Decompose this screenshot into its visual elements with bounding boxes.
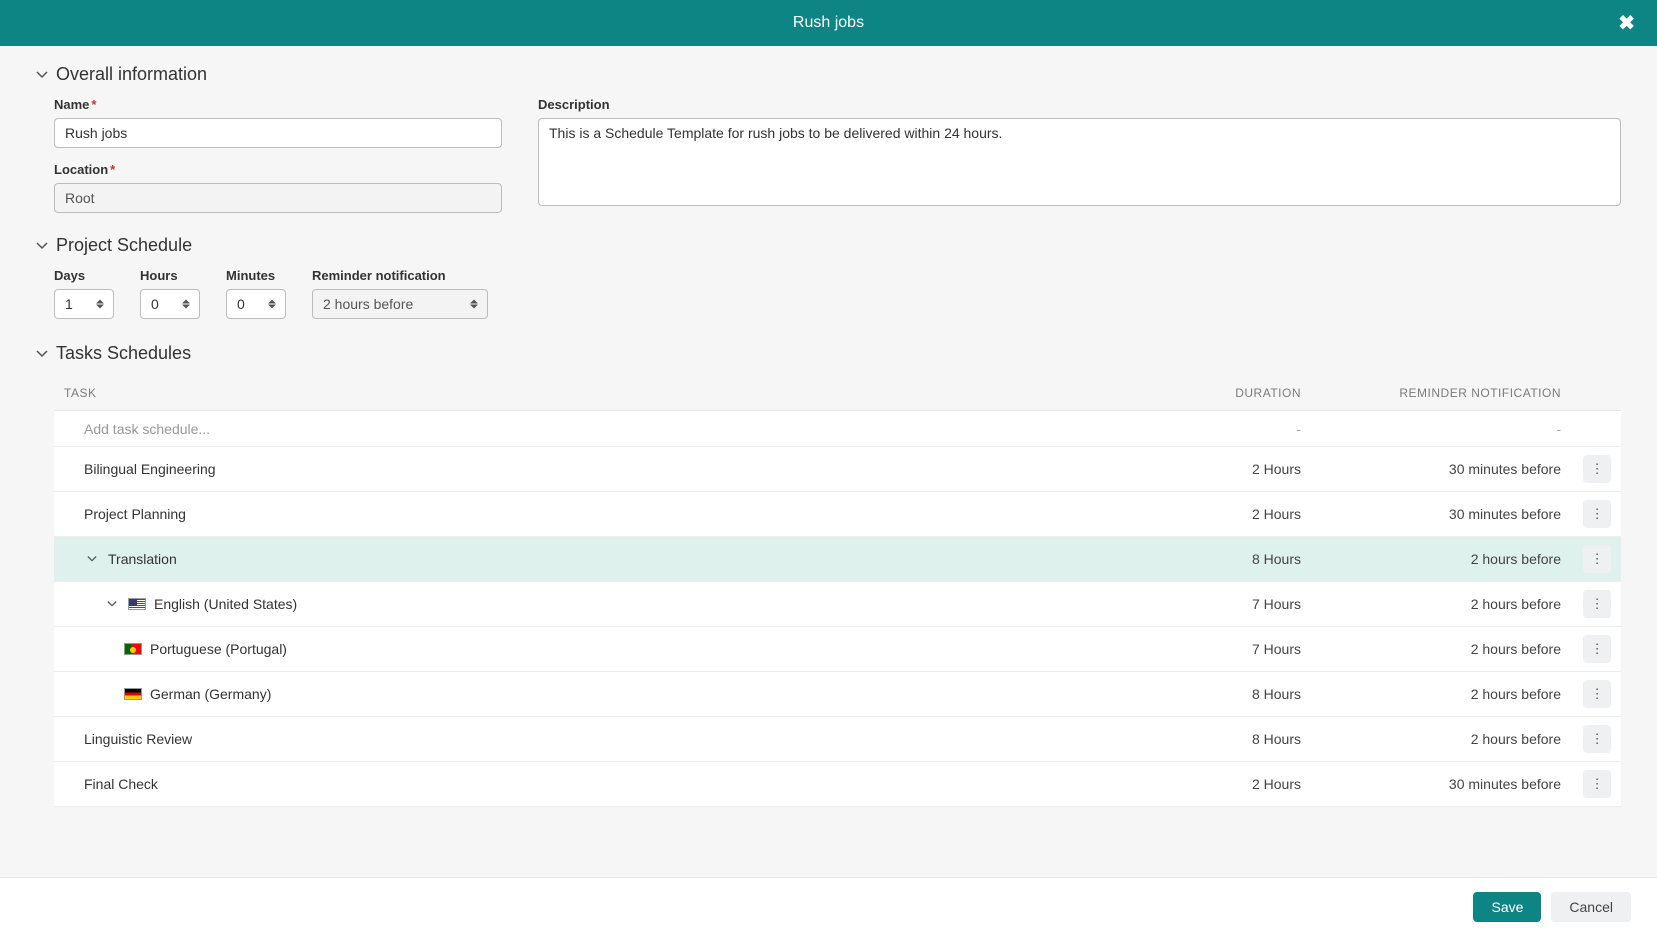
- section-toggle-tasks[interactable]: Tasks Schedules: [36, 343, 1621, 364]
- reminder-select[interactable]: [312, 289, 488, 319]
- add-task-row[interactable]: Add task schedule... - -: [54, 411, 1621, 447]
- required-mark: *: [91, 97, 96, 112]
- reminder-label: Reminder notification: [312, 268, 488, 283]
- days-input[interactable]: [54, 289, 114, 319]
- save-button[interactable]: Save: [1473, 892, 1541, 922]
- task-duration: 7 Hours: [1121, 641, 1301, 657]
- task-name: English (United States): [154, 596, 297, 612]
- hours-label: Hours: [140, 268, 200, 283]
- task-duration: 8 Hours: [1121, 686, 1301, 702]
- row-actions-button[interactable]: ⋮: [1583, 635, 1611, 663]
- th-task: TASK: [64, 386, 1121, 400]
- flag-icon: [128, 598, 146, 610]
- minutes-input[interactable]: [226, 289, 286, 319]
- task-name: Final Check: [84, 776, 158, 792]
- task-reminder: 30 minutes before: [1301, 776, 1561, 792]
- hours-input[interactable]: [140, 289, 200, 319]
- task-duration: 7 Hours: [1121, 596, 1301, 612]
- kebab-icon: ⋮: [1590, 776, 1603, 792]
- row-actions-button[interactable]: ⋮: [1583, 500, 1611, 528]
- task-row[interactable]: Project Planning 2 Hours30 minutes before…: [54, 492, 1621, 537]
- name-input[interactable]: [54, 118, 502, 148]
- location-input[interactable]: [54, 183, 502, 213]
- row-actions-button[interactable]: ⋮: [1583, 770, 1611, 798]
- name-label: Name*: [54, 97, 502, 112]
- modal-title: Rush jobs: [793, 14, 864, 32]
- task-row[interactable]: Linguistic Review 8 Hours2 hours before ⋮: [54, 717, 1621, 762]
- task-name: German (Germany): [150, 686, 271, 702]
- modal-body: Overall information Name* Location* Desc…: [0, 46, 1657, 897]
- th-duration: DURATION: [1121, 386, 1301, 400]
- section-title-schedule: Project Schedule: [56, 235, 192, 256]
- task-row[interactable]: English (United States) 7 Hours2 hours be…: [54, 582, 1621, 627]
- cancel-button[interactable]: Cancel: [1551, 892, 1631, 922]
- kebab-icon: ⋮: [1590, 551, 1603, 567]
- task-name: Portuguese (Portugal): [150, 641, 287, 657]
- tasks-table-header: TASK DURATION REMINDER NOTIFICATION: [54, 376, 1621, 411]
- task-name: Bilingual Engineering: [84, 461, 216, 477]
- kebab-icon: ⋮: [1590, 686, 1603, 702]
- description-textarea[interactable]: [538, 118, 1621, 206]
- add-task-placeholder: Add task schedule...: [84, 421, 210, 437]
- row-actions-button[interactable]: ⋮: [1583, 725, 1611, 753]
- row-actions-button[interactable]: ⋮: [1583, 545, 1611, 573]
- task-duration: 8 Hours: [1121, 551, 1301, 567]
- modal-footer: Save Cancel: [0, 877, 1657, 936]
- modal-header: Rush jobs ✖: [0, 0, 1657, 46]
- chevron-down-icon: [36, 240, 48, 252]
- minutes-label: Minutes: [226, 268, 286, 283]
- dash: -: [1556, 421, 1561, 437]
- row-actions-button[interactable]: ⋮: [1583, 680, 1611, 708]
- task-row[interactable]: German (Germany) 8 Hours2 hours before ⋮: [54, 672, 1621, 717]
- row-actions-button[interactable]: ⋮: [1583, 455, 1611, 483]
- close-button[interactable]: ✖: [1610, 7, 1643, 40]
- task-row[interactable]: Final Check 2 Hours30 minutes before ⋮: [54, 762, 1621, 807]
- task-name: Project Planning: [84, 506, 186, 522]
- kebab-icon: ⋮: [1590, 641, 1603, 657]
- kebab-icon: ⋮: [1590, 731, 1603, 747]
- description-label: Description: [538, 97, 1621, 112]
- chevron-down-icon[interactable]: [84, 554, 100, 564]
- flag-icon: [124, 688, 142, 700]
- task-reminder: 30 minutes before: [1301, 506, 1561, 522]
- kebab-icon: ⋮: [1590, 461, 1603, 477]
- section-title-overall: Overall information: [56, 64, 207, 85]
- kebab-icon: ⋮: [1590, 596, 1603, 612]
- section-toggle-overall[interactable]: Overall information: [36, 64, 1621, 85]
- task-row[interactable]: Bilingual Engineering 2 Hours30 minutes b…: [54, 447, 1621, 492]
- task-reminder: 2 hours before: [1301, 731, 1561, 747]
- section-toggle-schedule[interactable]: Project Schedule: [36, 235, 1621, 256]
- chevron-down-icon[interactable]: [104, 599, 120, 609]
- section-title-tasks: Tasks Schedules: [56, 343, 191, 364]
- row-actions-button[interactable]: ⋮: [1583, 590, 1611, 618]
- task-reminder: 2 hours before: [1301, 686, 1561, 702]
- task-duration: 8 Hours: [1121, 731, 1301, 747]
- days-label: Days: [54, 268, 114, 283]
- task-duration: 2 Hours: [1121, 776, 1301, 792]
- required-mark: *: [110, 162, 115, 177]
- chevron-down-icon: [36, 69, 48, 81]
- task-row[interactable]: Portuguese (Portugal) 7 Hours2 hours befo…: [54, 627, 1621, 672]
- chevron-down-icon: [36, 348, 48, 360]
- task-duration: 2 Hours: [1121, 461, 1301, 477]
- tasks-table: TASK DURATION REMINDER NOTIFICATION Add …: [36, 376, 1621, 807]
- task-row[interactable]: Translation 8 Hours2 hours before ⋮: [54, 537, 1621, 582]
- task-name: Translation: [108, 551, 177, 567]
- task-reminder: 2 hours before: [1301, 641, 1561, 657]
- kebab-icon: ⋮: [1590, 506, 1603, 522]
- task-reminder: 30 minutes before: [1301, 461, 1561, 477]
- location-label: Location*: [54, 162, 502, 177]
- task-reminder: 2 hours before: [1301, 596, 1561, 612]
- close-icon: ✖: [1618, 13, 1635, 35]
- task-name: Linguistic Review: [84, 731, 192, 747]
- task-duration: 2 Hours: [1121, 506, 1301, 522]
- flag-icon: [124, 643, 142, 655]
- task-reminder: 2 hours before: [1301, 551, 1561, 567]
- th-reminder: REMINDER NOTIFICATION: [1301, 386, 1561, 400]
